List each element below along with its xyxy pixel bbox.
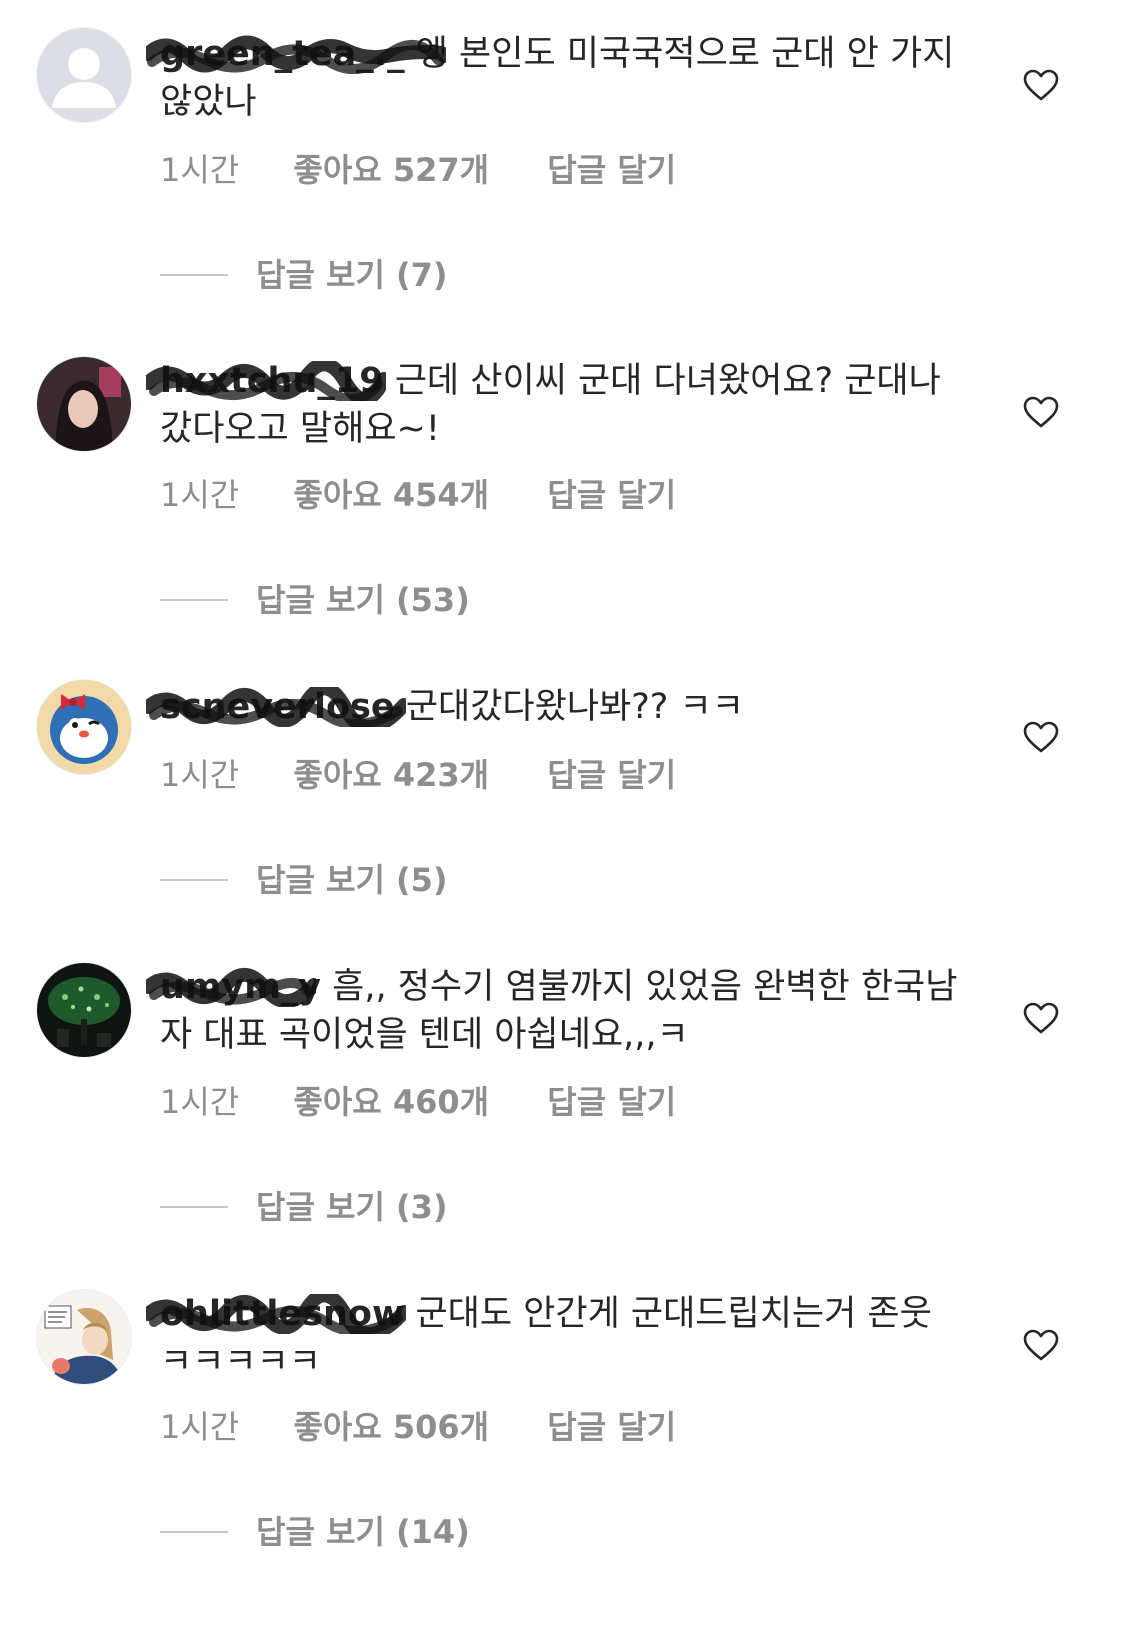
view-replies-label: 답글 보기 (3) — [256, 1188, 448, 1226]
view-replies-button[interactable]: 답글 보기 (7) — [160, 255, 448, 295]
comment-likes[interactable]: 좋아요 527개 — [293, 150, 489, 190]
heart-outline-icon[interactable] — [1022, 1328, 1060, 1362]
heart-outline-icon[interactable] — [1022, 1001, 1060, 1035]
reply-button[interactable]: 답글 달기 — [547, 475, 676, 515]
comment-text: hxxtchu_19 근데 산이씨 군대 다녀왔어요? 군대나 갔다오고 말해요… — [146, 357, 960, 453]
comment-time: 1시간 — [160, 1083, 240, 1121]
view-replies-button[interactable]: 답글 보기 (5) — [160, 860, 448, 900]
drawn-character-icon — [37, 1290, 131, 1384]
comment-meta: 1시간 좋아요 423개 답글 달기 — [160, 755, 676, 795]
comment-username[interactable]: green_tea_._ — [146, 30, 446, 78]
night-tree-photo-icon — [37, 963, 131, 1057]
comment-likes[interactable]: 좋아요 460개 — [293, 1082, 489, 1122]
user-photo-icon — [37, 357, 131, 451]
heart-outline-icon[interactable] — [1022, 720, 1060, 754]
view-replies-label: 답글 보기 (53) — [256, 581, 470, 619]
view-replies-label: 답글 보기 (14) — [256, 1513, 470, 1551]
comment-meta: 1시간 좋아요 454개 답글 달기 — [160, 475, 676, 515]
comment-time: 1시간 — [160, 151, 240, 189]
view-replies-button[interactable]: 답글 보기 (53) — [160, 580, 470, 620]
avatar[interactable] — [37, 357, 131, 451]
comment-username[interactable]: scneverlose — [146, 683, 406, 731]
view-replies-label: 답글 보기 (5) — [256, 861, 448, 899]
reply-button[interactable]: 답글 달기 — [547, 755, 676, 795]
avatar[interactable] — [37, 680, 131, 774]
comment-body: 군대갔다왔나봐?? ㅋㅋ — [405, 687, 744, 727]
comment-text: umym_y 흠,, 정수기 염불까지 있었음 완벽한 한국남자 대표 곡이었을… — [146, 963, 960, 1059]
divider-line — [160, 274, 228, 276]
view-replies-button[interactable]: 답글 보기 (14) — [160, 1512, 470, 1552]
comment-text: scneverlose 군대갔다왔나봐?? ㅋㅋ — [146, 683, 960, 731]
view-replies-button[interactable]: 답글 보기 (3) — [160, 1187, 448, 1227]
comment-likes[interactable]: 좋아요 506개 — [293, 1407, 489, 1447]
comment-username[interactable]: umym_y — [146, 963, 321, 1011]
reply-button[interactable]: 답글 달기 — [547, 150, 676, 190]
default-user-icon — [37, 28, 131, 122]
comment-likes[interactable]: 좋아요 423개 — [293, 755, 489, 795]
avatar[interactable] — [37, 28, 131, 122]
comment-text: ohlittlesnow 군대도 안간게 군대드립치는거 존웃ㅋㅋㅋㅋㅋ — [146, 1290, 960, 1386]
heart-outline-icon[interactable] — [1022, 395, 1060, 429]
comment-time: 1시간 — [160, 476, 240, 514]
comment-time: 1시간 — [160, 1408, 240, 1446]
comment-time: 1시간 — [160, 756, 240, 794]
divider-line — [160, 599, 228, 601]
comment-likes[interactable]: 좋아요 454개 — [293, 475, 489, 515]
divider-line — [160, 1206, 228, 1208]
cartoon-character-icon — [37, 680, 131, 774]
heart-outline-icon[interactable] — [1022, 68, 1060, 102]
comment-username[interactable]: hxxtchu_19 — [146, 357, 386, 405]
comment-meta: 1시간 좋아요 527개 답글 달기 — [160, 150, 676, 190]
comment-meta: 1시간 좋아요 460개 답글 달기 — [160, 1082, 676, 1122]
divider-line — [160, 879, 228, 881]
comment-text: green_tea_._ 엥 본인도 미국국적으로 군대 안 가지 않았나 — [146, 30, 960, 126]
reply-button[interactable]: 답글 달기 — [547, 1407, 676, 1447]
comment-username[interactable]: ohlittlesnow — [146, 1290, 406, 1338]
avatar[interactable] — [37, 963, 131, 1057]
divider-line — [160, 1531, 228, 1533]
view-replies-label: 답글 보기 (7) — [256, 256, 448, 294]
avatar[interactable] — [37, 1290, 131, 1384]
comment-meta: 1시간 좋아요 506개 답글 달기 — [160, 1407, 676, 1447]
reply-button[interactable]: 답글 달기 — [547, 1082, 676, 1122]
